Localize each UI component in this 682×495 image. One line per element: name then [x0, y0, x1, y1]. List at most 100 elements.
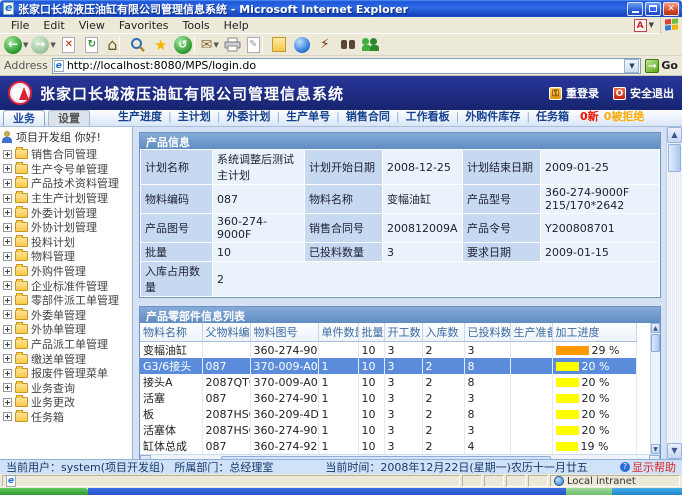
logout-button[interactable]: O 安全退出 [613, 85, 674, 101]
search-button[interactable] [128, 35, 148, 55]
table-row[interactable]: 缸体总成087360-274-9200F11032419 % [140, 438, 636, 454]
address-dropdown-button[interactable]: ▼ [624, 59, 639, 73]
table-row[interactable]: 变幅油缸360-274-9000F1032329 % [140, 342, 636, 359]
tree-item[interactable]: 外购件管理 [2, 264, 132, 279]
column-header[interactable]: 生产准备 [510, 323, 552, 342]
tree-item[interactable]: 销售合同管理 [2, 147, 132, 162]
expand-icon[interactable] [3, 179, 12, 188]
column-header[interactable]: 物料名称 [140, 323, 202, 342]
nav-link[interactable]: 外购件库存 [459, 108, 526, 124]
tree-item[interactable]: 外委计划管理 [2, 205, 132, 220]
expand-icon[interactable] [3, 398, 12, 407]
expand-icon[interactable] [3, 369, 12, 378]
expand-icon[interactable] [3, 194, 12, 203]
scroll-up-icon[interactable]: ▲ [667, 127, 682, 143]
tree-item[interactable]: 企业标准件管理 [2, 278, 132, 293]
scroll-down-icon[interactable]: ▼ [667, 443, 682, 459]
nav-link[interactable]: 任务箱 [530, 108, 575, 124]
expand-icon[interactable] [3, 325, 12, 334]
expand-icon[interactable] [3, 354, 12, 363]
tree-item[interactable]: 报废件管理菜单 [2, 366, 132, 381]
tab-settings[interactable]: 设置 [48, 110, 90, 126]
expand-icon[interactable] [3, 208, 12, 217]
expand-icon[interactable] [3, 267, 12, 276]
tree-item[interactable]: 外协单管理 [2, 322, 132, 337]
tree-item[interactable]: 产品技术资料管理 [2, 176, 132, 191]
nav-link[interactable]: 销售合同 [340, 108, 396, 124]
nav-link[interactable]: 工作看板 [400, 108, 456, 124]
tree-item[interactable]: 物料管理 [2, 249, 132, 264]
tree-item[interactable]: 缴送单管理 [2, 351, 132, 366]
page-vertical-scrollbar[interactable]: ▲ ▼ [666, 127, 682, 459]
menu-view[interactable]: View [72, 18, 112, 33]
back-button[interactable]: ←▼ [4, 35, 28, 55]
tree-item[interactable]: 业务查询 [2, 381, 132, 396]
expand-icon[interactable] [3, 281, 12, 290]
expand-icon[interactable] [3, 310, 12, 319]
scroll-up-icon[interactable]: ▲ [651, 323, 660, 333]
taskbar-button[interactable] [566, 488, 612, 495]
chevron-down-icon[interactable]: ▼ [23, 41, 28, 49]
nav-link[interactable]: 生产进度 [112, 108, 168, 124]
refresh-button[interactable]: ↻ [82, 35, 102, 55]
expand-icon[interactable] [3, 412, 12, 421]
messenger-contacts-button[interactable] [361, 35, 381, 55]
tree-item[interactable]: 生产令号单管理 [2, 162, 132, 177]
tree-item[interactable]: 产品派工单管理 [2, 337, 132, 352]
scroll-thumb[interactable] [651, 334, 660, 352]
scroll-thumb[interactable] [668, 144, 681, 172]
column-header[interactable]: 单件数量 [318, 323, 358, 342]
relogin-button[interactable]: ⚿ 重登录 [549, 85, 599, 101]
tree-item[interactable]: 外协计划管理 [2, 220, 132, 235]
expand-icon[interactable] [3, 296, 12, 305]
tree-item[interactable]: 外委单管理 [2, 308, 132, 323]
start-button[interactable] [0, 488, 88, 495]
mail-button[interactable]: ✉▼ [200, 35, 220, 55]
maximize-button[interactable] [645, 2, 661, 16]
tree-item[interactable]: 零部件派工单管理 [2, 293, 132, 308]
print-button[interactable] [223, 35, 243, 55]
column-header[interactable]: 批量 [358, 323, 384, 342]
pdf-toolbar-button[interactable]: A ▼ [634, 19, 654, 32]
table-row[interactable]: 板2087HS002360-209-4D01011032820 % [140, 406, 636, 422]
column-header[interactable]: 已投料数 [464, 323, 510, 342]
tree-item[interactable]: 主生产计划管理 [2, 191, 132, 206]
expand-icon[interactable] [3, 237, 12, 246]
messenger-globe-button[interactable] [292, 35, 312, 55]
column-header[interactable]: 开工数 [384, 323, 422, 342]
nav-link[interactable]: 生产单号 [280, 108, 336, 124]
table-row[interactable]: 活塞087360-274-9010F11032320 % [140, 390, 636, 406]
edit-button[interactable]: ✎ [246, 35, 266, 55]
tree-item[interactable]: 业务更改 [2, 395, 132, 410]
expand-icon[interactable] [3, 252, 12, 261]
menu-file[interactable]: File [4, 18, 36, 33]
table-row[interactable]: G3/6接头087370-009-A084011032820 % [140, 358, 636, 374]
chevron-down-icon[interactable]: ▼ [213, 41, 218, 49]
home-button[interactable]: ⌂ [105, 35, 125, 55]
go-button[interactable]: → Go [645, 59, 678, 73]
table-row[interactable]: 接头A2087QT002370-009-A085011032820 % [140, 374, 636, 390]
address-input[interactable]: e http://localhost:8080/MPS/login.do ▼ [52, 58, 642, 74]
expand-icon[interactable] [3, 383, 12, 392]
menu-help[interactable]: Help [217, 18, 256, 33]
expand-icon[interactable] [3, 223, 12, 232]
history-button[interactable]: ↺ [174, 35, 197, 55]
tree-item[interactable]: 任务箱 [2, 410, 132, 425]
tab-business[interactable]: 业务 [3, 110, 45, 126]
notes-button[interactable] [269, 35, 289, 55]
tree-item[interactable]: 投料计划 [2, 235, 132, 250]
bolt-button[interactable]: ⚡ [315, 35, 335, 55]
nav-link[interactable]: 外委计划 [220, 108, 276, 124]
menu-tools[interactable]: Tools [176, 18, 217, 33]
column-header[interactable]: 物料图号 [250, 323, 318, 342]
column-header[interactable]: 加工进度 [552, 323, 636, 342]
forward-button[interactable]: →▼ [31, 35, 55, 55]
minimize-button[interactable] [627, 2, 643, 16]
menu-edit[interactable]: Edit [36, 18, 71, 33]
binoculars-button[interactable] [338, 35, 358, 55]
expand-icon[interactable] [3, 340, 12, 349]
menu-favorites[interactable]: Favorites [112, 18, 176, 33]
nav-link[interactable]: 主计划 [172, 108, 217, 124]
expand-icon[interactable] [3, 164, 12, 173]
show-help-link[interactable]: ? 显示帮助 [620, 459, 676, 475]
